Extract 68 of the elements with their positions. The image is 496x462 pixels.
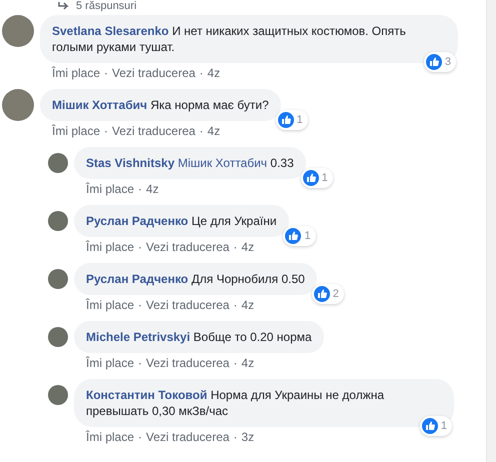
avatar-photo[interactable] bbox=[2, 15, 34, 47]
avatar-photo[interactable] bbox=[48, 269, 68, 289]
scrollbar[interactable] bbox=[486, 0, 496, 462]
comment-text: Руслан Радченко Для Чорнобиля 0.50 bbox=[86, 272, 305, 286]
comment-text: Константин Токовой Норма для Украины не должна превышать 0,30 мкЗв/час bbox=[86, 388, 384, 418]
separator-dot: · bbox=[104, 124, 108, 138]
separator-dot: · bbox=[104, 66, 108, 80]
reaction-count[interactable]: 3 bbox=[424, 52, 456, 72]
separator-dot: · bbox=[199, 124, 204, 138]
like-link[interactable]: Îmi place bbox=[86, 240, 134, 254]
like-count: 1 bbox=[304, 229, 311, 244]
comment-text: Руслан Радченко Це для України bbox=[86, 214, 277, 228]
timestamp[interactable]: 4z bbox=[241, 240, 254, 254]
reaction-count[interactable]: 1 bbox=[300, 168, 333, 188]
replies-link[interactable]: 5 răspunsuri bbox=[76, 0, 137, 12]
avatar-photo[interactable] bbox=[48, 385, 68, 405]
timestamp[interactable]: 4z bbox=[241, 356, 254, 370]
like-count: 2 bbox=[332, 287, 339, 302]
separator-dot: · bbox=[233, 356, 238, 370]
like-link[interactable]: Îmi place bbox=[52, 66, 100, 80]
avatar-photo[interactable] bbox=[48, 327, 68, 347]
like-icon bbox=[314, 286, 330, 302]
comment-text: Stas Vishnitsky Мішик Хоттабич 0.33 bbox=[86, 156, 294, 170]
separator-dot: · bbox=[233, 240, 238, 254]
like-link[interactable]: Îmi place bbox=[86, 182, 134, 196]
reaction-count[interactable]: 1 bbox=[276, 110, 308, 130]
separator-dot: · bbox=[233, 430, 238, 444]
like-icon bbox=[285, 228, 302, 244]
separator-dot: · bbox=[138, 298, 142, 312]
avatar-photo[interactable] bbox=[48, 211, 68, 231]
translate-link[interactable]: Vezi traducerea bbox=[146, 240, 230, 254]
separator-dot: · bbox=[138, 430, 142, 444]
like-icon bbox=[422, 418, 438, 434]
avatar-photo[interactable] bbox=[2, 89, 34, 121]
like-count: 1 bbox=[296, 113, 303, 128]
like-link[interactable]: Îmi place bbox=[86, 356, 134, 370]
reaction-count[interactable]: 2 bbox=[312, 284, 344, 304]
avatar-photo[interactable] bbox=[48, 153, 68, 173]
separator-dot: · bbox=[233, 298, 238, 312]
like-count: 3 bbox=[444, 55, 451, 70]
reaction-count[interactable]: 1 bbox=[283, 226, 316, 246]
like-count: 1 bbox=[440, 419, 447, 434]
reply-arrow-icon bbox=[58, 1, 70, 11]
timestamp[interactable]: 4z bbox=[207, 66, 220, 80]
comment-text: Svetlana Slesarenko И нет никаких защитных костюмов. Опять голыми руками тушат. bbox=[52, 24, 406, 54]
like-link[interactable]: Îmi place bbox=[86, 298, 134, 312]
like-link[interactable]: Îmi place bbox=[86, 430, 134, 444]
like-icon bbox=[426, 54, 442, 70]
timestamp[interactable]: 4z bbox=[207, 124, 220, 138]
separator-dot: · bbox=[138, 240, 142, 254]
comment-text: Мішик Хоттабич Яка норма має бути? bbox=[52, 98, 269, 112]
reaction-count[interactable]: 1 bbox=[420, 416, 452, 436]
translate-link[interactable]: Vezi traducerea bbox=[146, 430, 230, 444]
separator-dot: · bbox=[199, 66, 204, 80]
like-icon bbox=[302, 170, 319, 186]
timestamp[interactable]: 3z bbox=[241, 430, 254, 444]
timestamp[interactable]: 4z bbox=[241, 298, 254, 312]
like-count: 1 bbox=[322, 171, 328, 186]
separator-dot: · bbox=[138, 356, 142, 370]
timestamp[interactable]: 4z bbox=[146, 182, 159, 196]
translate-link[interactable]: Vezi traducerea bbox=[146, 298, 230, 312]
like-link[interactable]: Îmi place bbox=[52, 124, 100, 138]
translate-link[interactable]: Vezi traducerea bbox=[112, 66, 196, 80]
translate-link[interactable]: Vezi traducerea bbox=[112, 124, 196, 138]
comment-text: Michele Petrivskyi Вобще то 0.20 норма bbox=[86, 330, 312, 344]
translate-link[interactable]: Vezi traducerea bbox=[146, 356, 230, 370]
separator-dot: · bbox=[138, 182, 142, 196]
like-icon bbox=[278, 112, 294, 128]
